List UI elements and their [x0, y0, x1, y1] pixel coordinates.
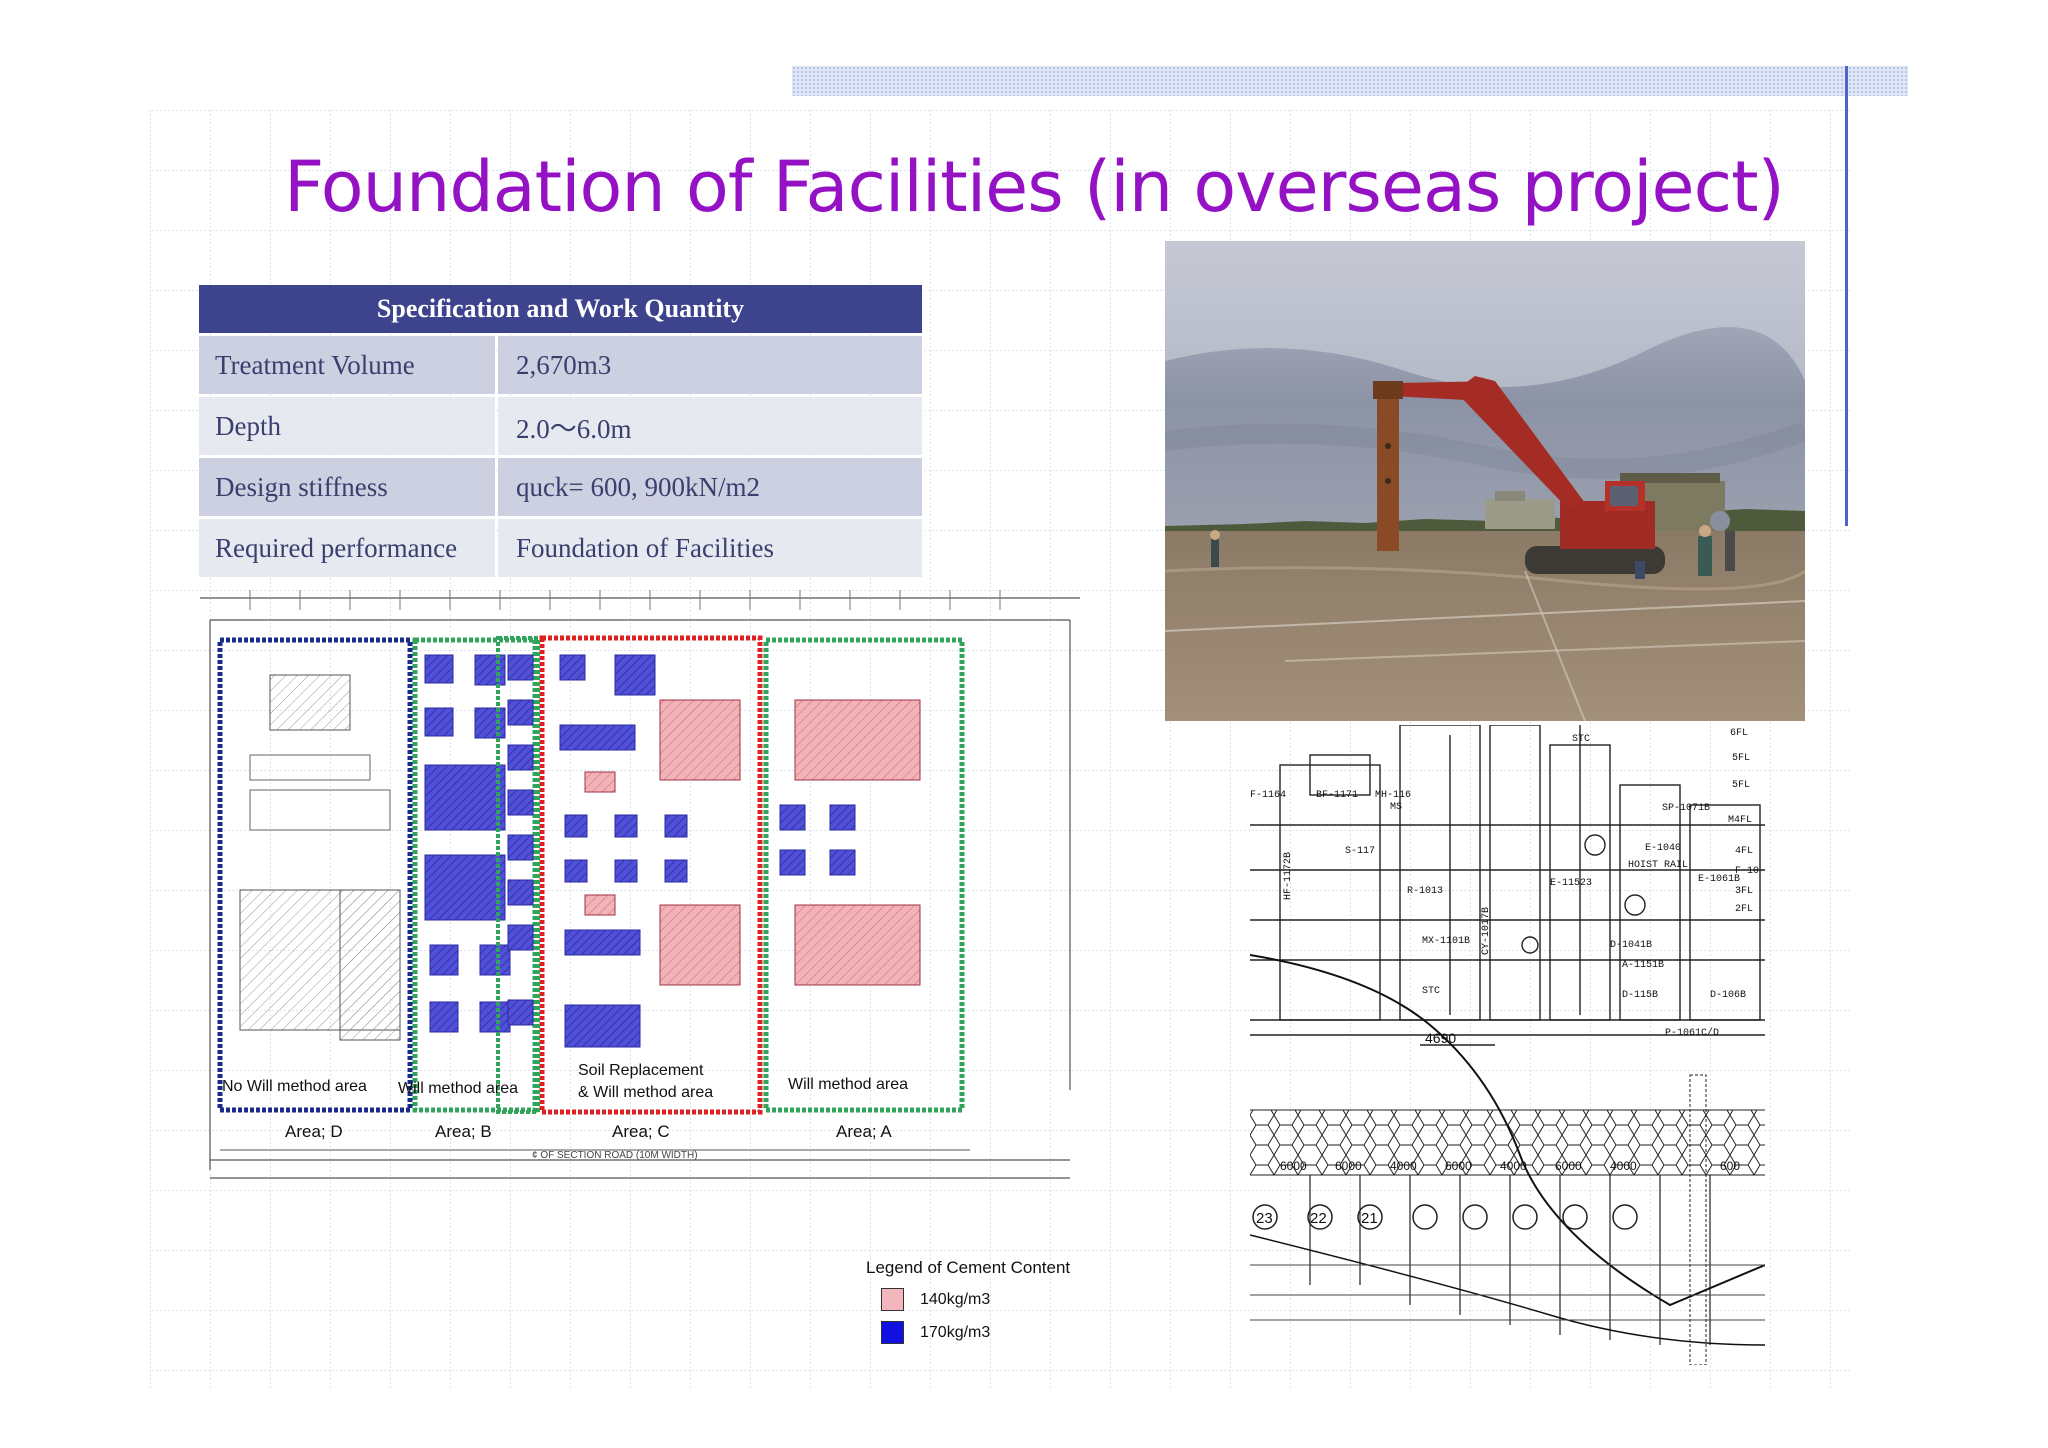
equip-label: MH-116 — [1375, 790, 1411, 801]
area-label-b: Area; B — [435, 1122, 492, 1141]
legend-swatch-pink — [881, 1288, 904, 1311]
equip-label: CY-1017B — [1481, 907, 1492, 955]
table-row: Depth 2.0～6.0m — [199, 397, 922, 455]
table-row: Design stiffness quck= 600, 900kN/m2 — [199, 458, 922, 516]
spec-table: Specification and Work Quantity Treatmen… — [199, 285, 922, 577]
dim-label: 6000 — [1555, 1159, 1582, 1173]
row-label: Required performance — [199, 519, 495, 577]
equip-label: E-1040 — [1645, 843, 1681, 854]
floor-label: 2FL — [1735, 904, 1753, 915]
site-plan-drawing — [200, 590, 1080, 1179]
row-label: Depth — [199, 397, 495, 455]
table-row: Treatment Volume 2,670m3 — [199, 336, 922, 394]
dim-label: 4000 — [1500, 1159, 1527, 1173]
floor-label: M4FL — [1728, 815, 1752, 826]
row-value: quck= 600, 900kN/m2 — [498, 458, 922, 516]
axis-label: 21 — [1361, 1210, 1378, 1227]
zone-label-c2: & Will method area — [578, 1084, 714, 1101]
spec-table-header: Specification and Work Quantity — [199, 285, 922, 333]
equip-label: R-1013 — [1407, 886, 1443, 897]
row-value: 2,670m3 — [498, 336, 922, 394]
area-label-a: Area; A — [836, 1122, 892, 1141]
zone-label-c: Soil Replacement — [578, 1062, 704, 1079]
dim-label: 6000 — [1335, 1159, 1362, 1173]
equip-label: S-117 — [1345, 846, 1375, 857]
accent-line — [1845, 66, 1848, 526]
axis-label: 22 — [1310, 1210, 1327, 1227]
equip-label: E-11523 — [1550, 878, 1592, 889]
dimension-label: 4690 — [1425, 1030, 1456, 1046]
dim-label: 6000 — [1445, 1159, 1472, 1173]
road-label: ¢ OF SECTION ROAD (10M WIDTH) — [532, 1150, 698, 1161]
equip-label: MX-1101B — [1422, 936, 1470, 947]
equip-label: D-1041B — [1610, 940, 1652, 951]
equip-label: HOIST RAIL — [1628, 860, 1688, 871]
equip-label: A-1151B — [1622, 960, 1664, 971]
slide: Foundation of Facilities (in overseas pr… — [0, 0, 2048, 1448]
dim-label: 6000 — [1280, 1159, 1307, 1173]
equip-label: SP-1071B — [1662, 803, 1710, 814]
row-value: Foundation of Facilities — [498, 519, 922, 577]
legend-label: 140kg/m3 — [920, 1290, 991, 1308]
area-label-c: Area; C — [612, 1122, 670, 1141]
equip-label: MS — [1390, 802, 1402, 813]
equip-label: P-1061C/D — [1665, 1027, 1719, 1039]
floor-label: 3FL — [1735, 886, 1753, 897]
axis-label: 23 — [1256, 1210, 1273, 1227]
cement-legend: Legend of Cement Content 140kg/m3 170kg/… — [866, 1258, 1086, 1344]
legend-label: 170kg/m3 — [920, 1323, 991, 1341]
floor-label: 5FL — [1732, 753, 1750, 764]
equip-label: D-115B — [1622, 990, 1658, 1001]
dim-label: 4000 — [1610, 1159, 1637, 1173]
section-drawing: 23 22 21 4690 6000 6000 4000 6000 4000 6… — [1250, 725, 1765, 1365]
equip-label: BF-1171 — [1316, 790, 1358, 801]
equip-label: F-1164 — [1250, 790, 1286, 801]
equip-label: HF-1172B — [1283, 852, 1294, 900]
zone-label-a: Will method area — [788, 1076, 909, 1093]
equip-label: E-1061B — [1698, 874, 1740, 885]
legend-item: 140kg/m3 — [881, 1288, 1086, 1311]
header-band — [792, 66, 1908, 96]
row-label: Design stiffness — [199, 458, 495, 516]
legend-item: 170kg/m3 — [881, 1321, 1086, 1344]
zone-label-d: No Will method area — [222, 1078, 367, 1095]
page-title: Foundation of Facilities (in overseas pr… — [284, 146, 1785, 228]
zone-label-b: Will method area — [398, 1080, 519, 1097]
floor-label: 4FL — [1735, 846, 1753, 857]
area-label-d: Area; D — [285, 1122, 343, 1141]
dim-label: 600 — [1720, 1159, 1740, 1173]
table-row: Required performance Foundation of Facil… — [199, 519, 922, 577]
equip-label: STC — [1422, 986, 1440, 997]
row-value: 2.0～6.0m — [498, 397, 922, 455]
floor-label: 6FL — [1730, 728, 1748, 739]
legend-swatch-blue — [881, 1321, 904, 1344]
equip-label: D-106B — [1710, 990, 1746, 1001]
legend-title: Legend of Cement Content — [866, 1258, 1071, 1277]
row-label: Treatment Volume — [199, 336, 495, 394]
floor-label: 5FL — [1732, 780, 1750, 791]
equip-label: STC — [1572, 734, 1590, 745]
dim-label: 4000 — [1390, 1159, 1417, 1173]
excavator-photo-icon — [1165, 241, 1805, 721]
